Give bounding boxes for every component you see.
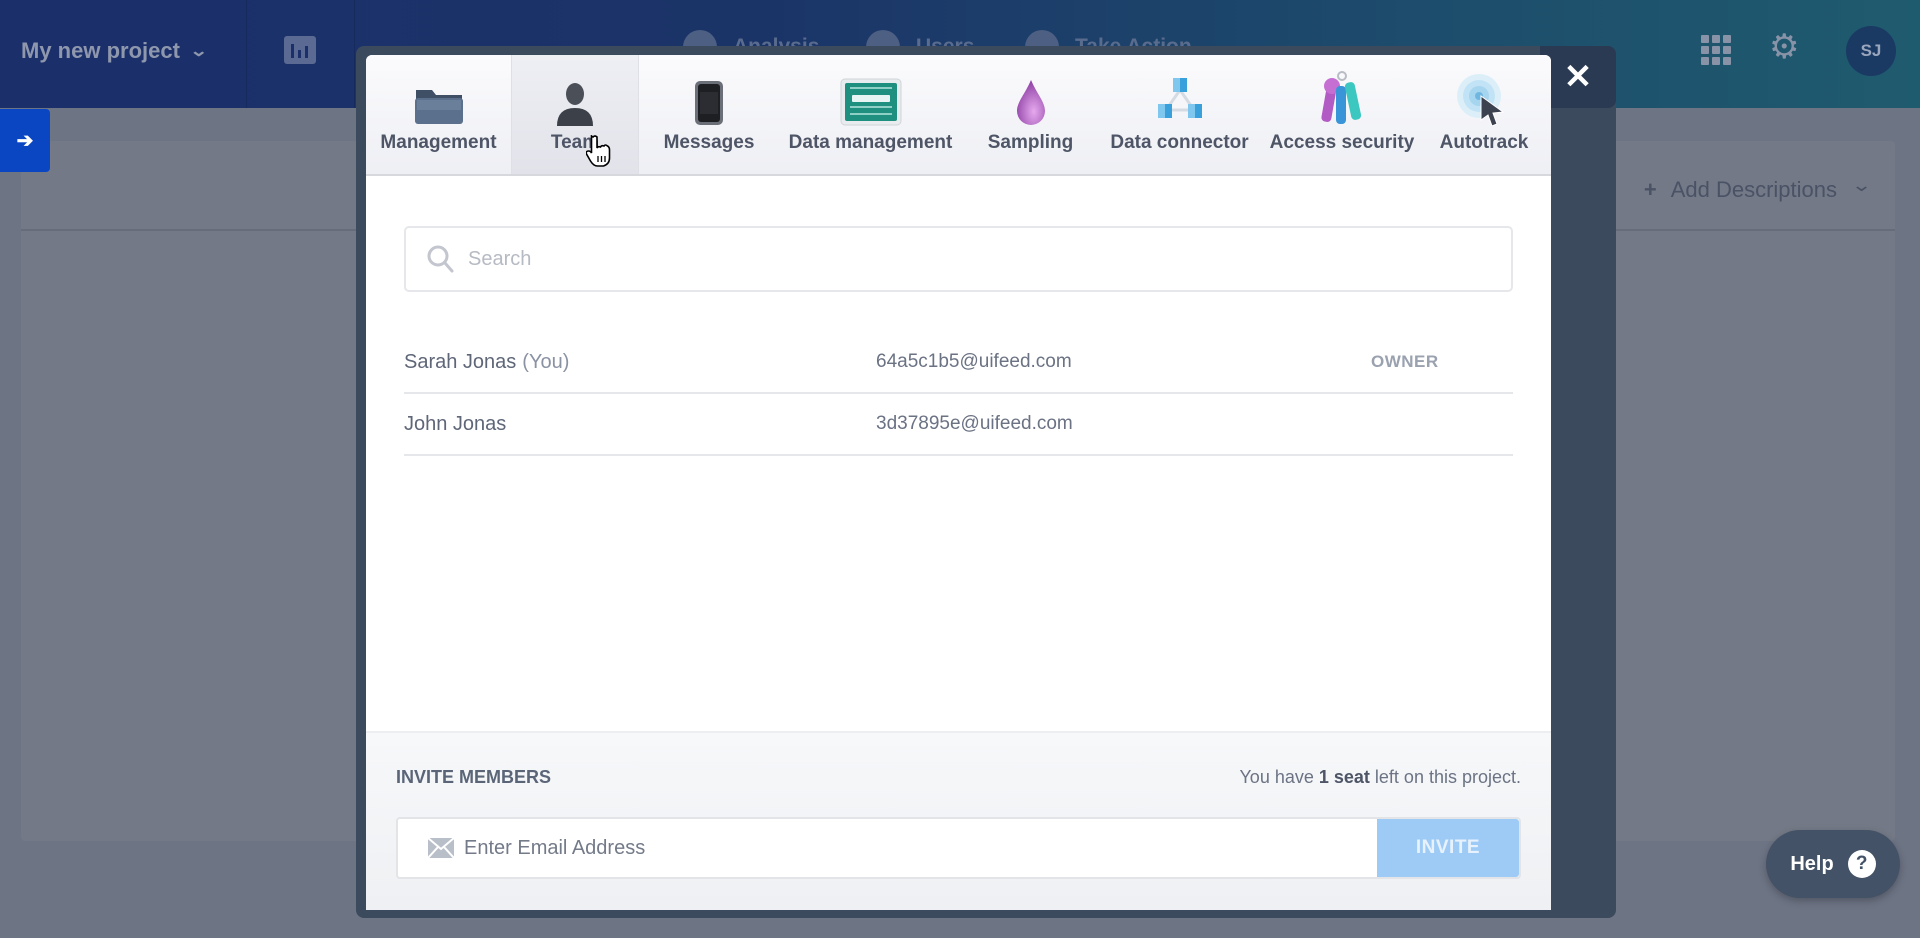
chevron-down-icon: ⌄ (189, 43, 209, 60)
sidebar-toggle-button[interactable]: ➔ (0, 109, 50, 172)
target-cursor-icon (1456, 70, 1512, 126)
tab-label: Sampling (987, 132, 1074, 153)
tab-label: Management (380, 132, 497, 153)
envelope-icon (428, 819, 456, 877)
seats-remaining-text: You have 1 seat left on this project. (1239, 767, 1521, 788)
tab-label: Data management (788, 132, 953, 153)
droplet-icon (1003, 70, 1059, 126)
invite-email-input[interactable] (464, 819, 1377, 877)
settings-modal: Management Team Messages Data management… (366, 55, 1551, 910)
team-panel: Sarah Jonas(You) 64a5c1b5@uifeed.com OWN… (366, 226, 1551, 456)
tab-label: Data connector (1110, 132, 1249, 153)
add-descriptions-label: Add Descriptions (1670, 177, 1837, 202)
add-descriptions-button[interactable]: + Add Descriptions (1644, 177, 1837, 203)
cubes-icon (1152, 70, 1208, 126)
tab-data-management[interactable]: Data management (779, 55, 962, 174)
member-name: John Jonas (404, 412, 507, 435)
invite-members-title: INVITE MEMBERS (396, 767, 552, 787)
tab-data-connector[interactable]: Data connector (1099, 55, 1260, 174)
tab-label: Autotrack (1439, 132, 1529, 153)
divider (354, 0, 355, 108)
member-row[interactable]: John Jonas 3d37895e@uifeed.com (404, 394, 1513, 456)
tab-label: Access security (1269, 132, 1415, 153)
member-name: Sarah Jonas (404, 350, 517, 373)
folder-icon (411, 70, 467, 126)
project-name: My new project (21, 38, 180, 63)
person-icon (547, 70, 603, 126)
seats-count: 1 seat (1318, 767, 1370, 787)
help-button[interactable]: Help ? (1766, 830, 1900, 898)
avatar[interactable]: SJ (1846, 26, 1896, 76)
gear-icon[interactable]: ⚙ (1769, 30, 1799, 64)
divider (246, 0, 247, 108)
member-email: 64a5c1b5@uifeed.com (876, 351, 1072, 372)
search-icon (426, 244, 456, 274)
invite-button[interactable]: INVITE (1377, 819, 1519, 877)
member-name-cell: John Jonas (404, 413, 506, 436)
member-name-cell: Sarah Jonas (You) (404, 351, 569, 374)
seats-prefix: You have (1239, 767, 1319, 787)
keys-icon (1314, 70, 1370, 126)
tab-access-security[interactable]: Access security (1260, 55, 1424, 174)
search-input[interactable] (468, 247, 1511, 271)
project-selector[interactable]: My new project ⌄ (21, 38, 209, 64)
apps-grid-icon[interactable] (1701, 35, 1731, 65)
close-modal-button[interactable]: ✕ (1540, 46, 1616, 108)
member-list: Sarah Jonas (You) 64a5c1b5@uifeed.com OWN… (404, 332, 1513, 456)
question-icon: ? (1847, 850, 1876, 878)
hand-cursor-icon (585, 134, 612, 172)
chevron-down-icon[interactable]: ⌄ (1851, 175, 1872, 196)
invite-form: INVITE (396, 817, 1521, 879)
member-row[interactable]: Sarah Jonas (You) 64a5c1b5@uifeed.com OWN… (404, 332, 1513, 394)
phone-icon (681, 70, 737, 126)
plus-icon: + (1643, 177, 1657, 202)
tab-messages[interactable]: Messages (639, 55, 779, 174)
member-search[interactable] (404, 226, 1513, 292)
seats-suffix: left on this project. (1369, 767, 1521, 787)
dashboard-chart-icon[interactable] (284, 36, 316, 64)
member-email: 3d37895e@uifeed.com (876, 413, 1073, 434)
member-self-tag: (You) (522, 350, 570, 373)
tab-autotrack[interactable]: Autotrack (1424, 55, 1544, 174)
close-icon: ✕ (1563, 58, 1593, 96)
arrow-right-icon: ➔ (16, 130, 34, 152)
settings-tabs: Management Team Messages Data management… (366, 55, 1551, 176)
tab-label: Messages (663, 132, 755, 153)
member-role-badge: OWNER (1371, 352, 1439, 371)
help-label: Help (1790, 852, 1834, 875)
invite-members-section: INVITE MEMBERS You have 1 seat left on t… (366, 731, 1551, 910)
tab-team[interactable]: Team (511, 55, 639, 174)
tab-management[interactable]: Management (366, 55, 511, 174)
tab-sampling[interactable]: Sampling (962, 55, 1099, 174)
data-display-icon (839, 70, 903, 126)
